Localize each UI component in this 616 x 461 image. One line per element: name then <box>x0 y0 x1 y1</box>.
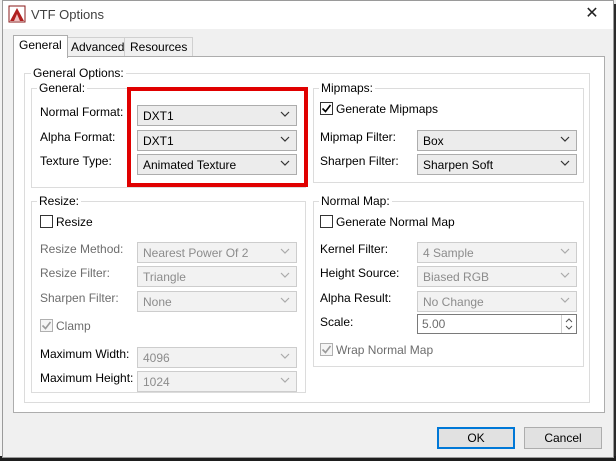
mipmap-sharpen-select[interactable]: Sharpen Soft <box>417 154 577 175</box>
clamp-checkbox[interactable] <box>40 319 53 332</box>
alpha-format-label: Alpha Format: <box>40 130 116 144</box>
max-height-select[interactable]: 1024 <box>137 371 297 392</box>
resize-method-label: Resize Method: <box>40 242 124 256</box>
mipmap-sharpen-value: Sharpen Soft <box>423 158 494 172</box>
kernel-filter-label: Kernel Filter: <box>320 242 389 256</box>
generate-mipmaps-checkbox[interactable] <box>320 102 333 115</box>
checkmark-icon <box>321 104 332 113</box>
resize-filter-value: Triangle <box>143 270 186 284</box>
resize-check-label[interactable]: Resize <box>56 215 93 229</box>
app-icon <box>8 5 26 23</box>
tab-panel-general: General Options: General: Normal Format:… <box>13 56 605 413</box>
chevron-down-icon <box>280 297 290 303</box>
texture-type-label: Texture Type: <box>40 154 112 168</box>
cancel-button[interactable]: Cancel <box>524 427 602 449</box>
general-group-label: General: <box>37 81 88 95</box>
tab-advanced[interactable]: Advanced <box>65 37 131 57</box>
highlight-annotation-box <box>127 87 308 187</box>
mipmap-sharpen-label: Sharpen Filter: <box>320 154 399 168</box>
chevron-down-icon <box>560 248 570 254</box>
tab-general[interactable]: General <box>13 35 68 58</box>
max-width-select[interactable]: 4096 <box>137 347 297 368</box>
max-width-label: Maximum Width: <box>40 347 130 361</box>
title-bar: VTF Options ✕ <box>3 1 613 29</box>
resize-sharpen-select[interactable]: None <box>137 291 297 312</box>
mipmap-filter-label: Mipmap Filter: <box>320 130 397 144</box>
generate-mipmaps-label[interactable]: Generate Mipmaps <box>336 102 438 116</box>
generate-normal-map-checkbox[interactable] <box>320 215 333 228</box>
resize-method-value: Nearest Power Of 2 <box>143 246 249 260</box>
kernel-filter-value: 4 Sample <box>423 246 474 260</box>
resize-sharpen-label: Sharpen Filter: <box>40 291 119 305</box>
resize-checkbox[interactable] <box>40 215 53 228</box>
chevron-down-icon <box>280 377 290 383</box>
alpha-result-label: Alpha Result: <box>320 291 392 305</box>
general-options-label: General Options: <box>31 66 126 80</box>
chevron-down-icon <box>280 272 290 278</box>
scale-value: 5.00 <box>422 317 446 331</box>
chevron-down-icon <box>280 353 290 359</box>
ok-button[interactable]: OK <box>437 427 515 449</box>
normal-map-group-label: Normal Map: <box>319 194 392 208</box>
kernel-filter-select[interactable]: 4 Sample <box>417 242 577 263</box>
max-width-value: 4096 <box>143 351 170 365</box>
chevron-down-icon <box>280 248 290 254</box>
resize-filter-select[interactable]: Triangle <box>137 266 297 287</box>
scale-label: Scale: <box>320 315 354 329</box>
chevron-down-icon <box>560 136 570 142</box>
height-source-label: Height Source: <box>320 266 400 280</box>
mipmap-filter-select[interactable]: Box <box>417 130 577 151</box>
resize-sharpen-value: None <box>143 295 172 309</box>
resize-filter-label: Resize Filter: <box>40 266 111 280</box>
close-button[interactable]: ✕ <box>579 3 605 25</box>
wrap-normal-map-checkbox[interactable] <box>320 343 333 356</box>
close-icon: ✕ <box>585 5 599 22</box>
normal-format-label: Normal Format: <box>40 105 124 119</box>
chevron-down-icon <box>560 160 570 166</box>
max-height-value: 1024 <box>143 375 170 389</box>
alpha-result-select[interactable]: No Change <box>417 291 577 312</box>
scale-stepper[interactable] <box>561 315 576 333</box>
spin-up-down-icon <box>565 318 573 330</box>
height-source-value: Biased RGB <box>423 270 490 284</box>
checkmark-icon <box>321 345 332 354</box>
resize-method-select[interactable]: Nearest Power Of 2 <box>137 242 297 263</box>
wrap-normal-map-label[interactable]: Wrap Normal Map <box>336 343 433 357</box>
clamp-label[interactable]: Clamp <box>56 319 91 333</box>
checkmark-icon <box>41 321 52 330</box>
window-title: VTF Options <box>31 7 104 22</box>
height-source-select[interactable]: Biased RGB <box>417 266 577 287</box>
mipmaps-group-label: Mipmaps: <box>319 81 376 95</box>
generate-normal-map-label[interactable]: Generate Normal Map <box>336 215 455 229</box>
mipmap-filter-value: Box <box>423 134 444 148</box>
tab-resources[interactable]: Resources <box>124 37 194 57</box>
resize-group-label: Resize: <box>37 194 82 208</box>
chevron-down-icon <box>560 297 570 303</box>
chevron-down-icon <box>560 272 570 278</box>
max-height-label: Maximum Height: <box>40 371 134 385</box>
alpha-result-value: No Change <box>423 295 484 309</box>
vtf-options-dialog: VTF Options ✕ General Advanced Resources… <box>2 0 614 458</box>
scale-spinbox[interactable]: 5.00 <box>417 314 577 334</box>
